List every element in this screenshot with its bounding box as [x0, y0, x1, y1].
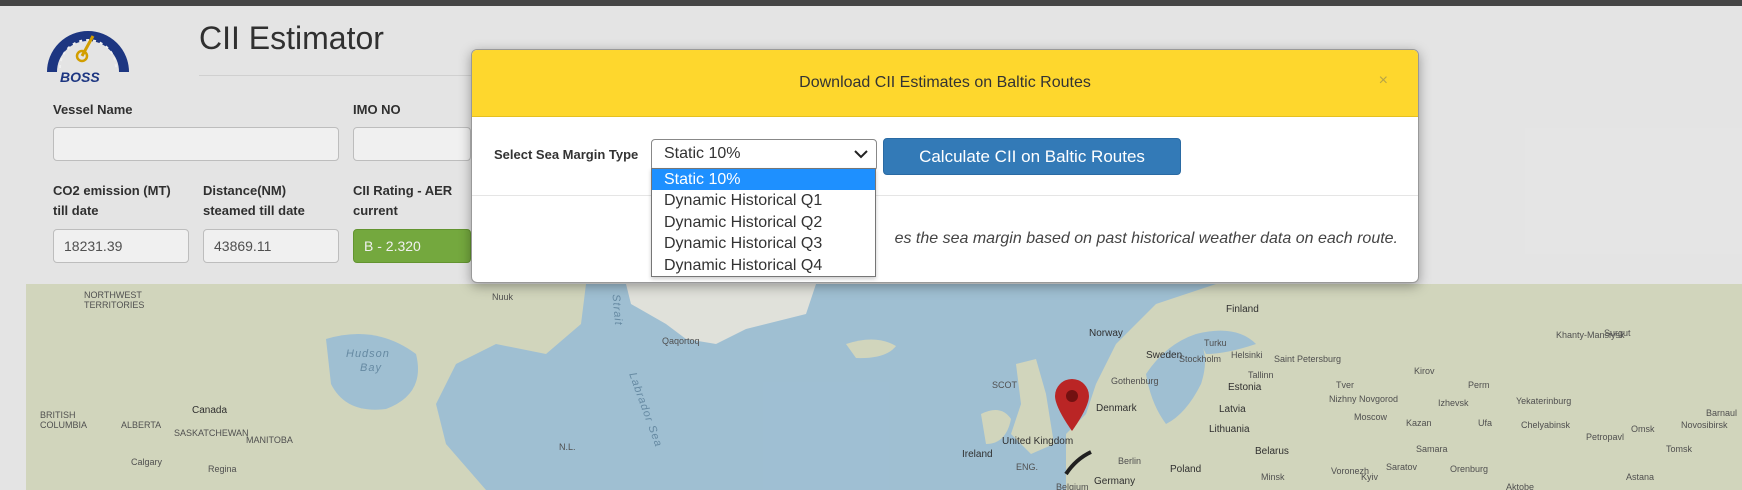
option-dynamic-q1[interactable]: Dynamic Historical Q1: [652, 190, 875, 211]
chevron-down-icon: [854, 150, 868, 159]
download-cii-modal: Download CII Estimates on Baltic Routes …: [471, 49, 1419, 283]
modal-header: Download CII Estimates on Baltic Routes …: [472, 50, 1418, 117]
modal-title: Download CII Estimates on Baltic Routes: [799, 74, 1091, 91]
option-dynamic-q2[interactable]: Dynamic Historical Q2: [652, 212, 875, 233]
option-dynamic-q3[interactable]: Dynamic Historical Q3: [652, 233, 875, 254]
sea-margin-select[interactable]: Static 10%: [651, 139, 877, 171]
modal-divider: [472, 195, 1418, 196]
sea-margin-options-list: Static 10% Dynamic Historical Q1 Dynamic…: [651, 168, 876, 277]
close-icon[interactable]: ×: [1379, 72, 1388, 90]
option-static-10[interactable]: Static 10%: [652, 169, 875, 191]
option-dynamic-q4[interactable]: Dynamic Historical Q4: [652, 255, 875, 276]
sea-margin-note: es the sea margin based on past historic…: [894, 230, 1398, 247]
calculate-cii-button[interactable]: Calculate CII on Baltic Routes: [883, 138, 1181, 175]
sea-margin-selected-value: Static 10%: [664, 145, 741, 162]
sea-margin-label: Select Sea Margin Type: [494, 147, 639, 162]
